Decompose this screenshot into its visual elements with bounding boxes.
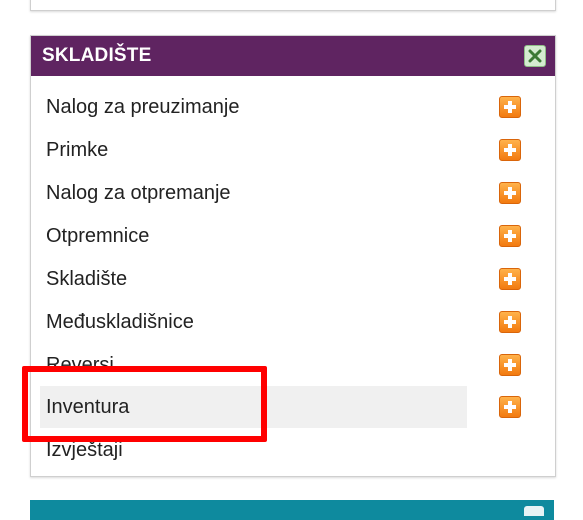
close-x-icon — [528, 49, 542, 63]
add-icon[interactable] — [499, 139, 521, 161]
menu-item-label: Skladište — [46, 268, 128, 290]
menu-item-otpremnice[interactable]: Otpremnice — [40, 215, 467, 257]
menu-item-label: Inventura — [46, 396, 130, 418]
menu-item-reversi[interactable]: Reversi — [40, 344, 467, 386]
add-icon[interactable] — [499, 311, 521, 333]
menu-item-primke[interactable]: Primke — [40, 129, 467, 171]
menu-item-label: Međuskladišnice — [46, 311, 194, 333]
add-icon[interactable] — [499, 182, 521, 204]
panel-toggle-icon[interactable] — [524, 506, 544, 516]
menu-item-meduskladisnice[interactable]: Međuskladišnice — [40, 301, 467, 343]
panel-header: SKLADIŠTE — [31, 36, 555, 76]
close-panel-button[interactable] — [524, 45, 546, 67]
panel-title: SKLADIŠTE — [42, 45, 152, 66]
skladiste-panel: SKLADIŠTE Nalog za preuzimanje Primke Na… — [30, 35, 556, 477]
menu-item-nalog-za-otpremanje[interactable]: Nalog za otpremanje — [40, 172, 467, 214]
menu-item-label: Primke — [46, 139, 109, 161]
menu-item-skladiste[interactable]: Skladište — [40, 258, 467, 300]
menu-item-label: Nalog za preuzimanje — [46, 96, 240, 118]
previous-panel — [30, 0, 556, 11]
add-icon[interactable] — [499, 96, 521, 118]
menu-item-inventura[interactable]: Inventura — [40, 386, 467, 428]
add-icon[interactable] — [499, 354, 521, 376]
menu-item-label: Izvještaji — [46, 439, 123, 461]
menu-item-label: Otpremnice — [46, 225, 150, 247]
menu-item-nalog-za-preuzimanje[interactable]: Nalog za preuzimanje — [40, 86, 467, 128]
menu-item-label: Nalog za otpremanje — [46, 182, 231, 204]
menu-item-izvjestaji[interactable]: Izvještaji — [40, 429, 467, 471]
add-icon[interactable] — [499, 225, 521, 247]
next-panel-header — [30, 500, 554, 520]
menu-item-label: Reversi — [46, 354, 114, 376]
add-icon[interactable] — [499, 268, 521, 290]
add-icon[interactable] — [499, 396, 521, 418]
